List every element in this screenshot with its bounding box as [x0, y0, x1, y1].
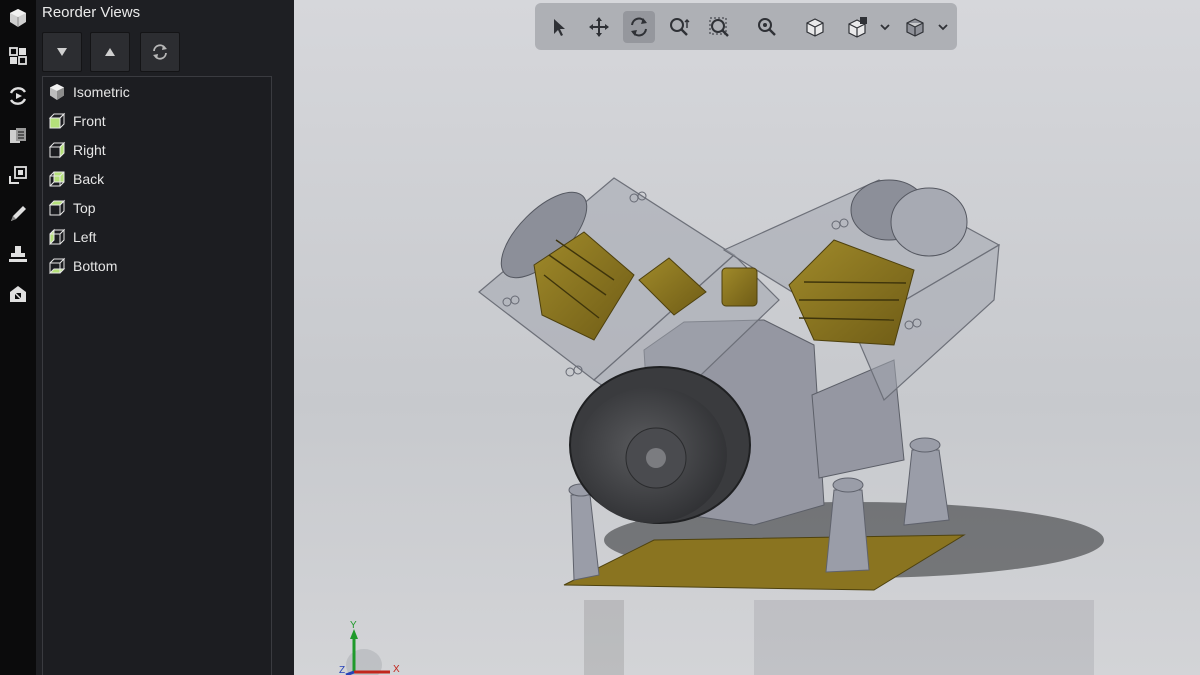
back-view-icon — [49, 171, 65, 187]
animation-icon[interactable] — [0, 78, 36, 114]
front-view-icon — [48, 112, 66, 129]
view-label: Front — [73, 113, 106, 129]
reset-order-button[interactable] — [140, 32, 180, 72]
rotate-icon[interactable] — [623, 11, 655, 43]
view-item-back[interactable]: Back — [47, 166, 267, 192]
triangle-down-icon — [57, 48, 67, 56]
view-label: Right — [73, 142, 106, 158]
left-view-icon — [49, 228, 66, 246]
display-style-icon[interactable] — [899, 11, 931, 43]
engine-model — [478, 177, 1104, 675]
y-axis-label: Y — [350, 620, 357, 631]
view-label: Isometric — [73, 84, 130, 100]
view-item-top[interactable]: Top — [47, 195, 267, 221]
chevron-down-icon[interactable] — [879, 21, 891, 33]
isometric-cube-icon — [50, 84, 64, 100]
view-orientation-icon[interactable] — [841, 11, 873, 43]
views-grid-icon[interactable] — [0, 38, 36, 74]
markup-pencil-icon[interactable] — [0, 196, 36, 232]
standard-views-icon[interactable] — [799, 11, 831, 43]
zoom-to-area-icon[interactable] — [703, 11, 735, 43]
refresh-icon — [153, 44, 167, 60]
view-label: Bottom — [73, 258, 118, 274]
viewport-toolbar — [535, 3, 957, 50]
cube-icon[interactable] — [0, 0, 36, 36]
left-toolbar — [0, 0, 36, 675]
share-icon[interactable] — [0, 276, 36, 312]
z-axis-label: Z — [339, 665, 345, 675]
orientation-triad: Y X Z — [339, 620, 400, 675]
view-label: Left — [73, 229, 97, 245]
view-item-front[interactable]: Front — [47, 108, 267, 134]
view-list: Isometric Front Right Back Top Left Bott… — [42, 76, 272, 675]
move-up-button[interactable] — [90, 32, 130, 72]
move-down-button[interactable] — [42, 32, 82, 72]
top-view-icon — [48, 199, 66, 216]
right-view-icon — [48, 141, 66, 159]
3d-viewport[interactable]: Y X Z — [294, 0, 1200, 675]
bottom-view-icon — [48, 257, 66, 274]
view-item-left[interactable]: Left — [47, 224, 267, 250]
panel-title: Reorder Views — [42, 4, 141, 21]
view-label: Top — [73, 200, 96, 216]
triangle-up-icon — [105, 48, 115, 56]
view-item-right[interactable]: Right — [47, 137, 267, 163]
bom-icon[interactable] — [0, 157, 36, 193]
select-arrow-icon[interactable] — [543, 11, 575, 43]
pan-icon[interactable] — [583, 11, 615, 43]
zoom-icon[interactable] — [663, 11, 695, 43]
stamp-icon[interactable] — [0, 236, 36, 272]
view-label: Back — [73, 171, 105, 187]
reorder-views-panel: Reorder Views Isometric Front Right Back… — [36, 0, 327, 675]
parts-list-icon[interactable] — [0, 118, 36, 154]
view-item-isometric[interactable]: Isometric — [47, 79, 267, 105]
chevron-down-icon[interactable] — [937, 21, 949, 33]
x-axis-label: X — [393, 664, 400, 675]
view-item-bottom[interactable]: Bottom — [47, 253, 267, 279]
zoom-fit-icon[interactable] — [751, 11, 783, 43]
